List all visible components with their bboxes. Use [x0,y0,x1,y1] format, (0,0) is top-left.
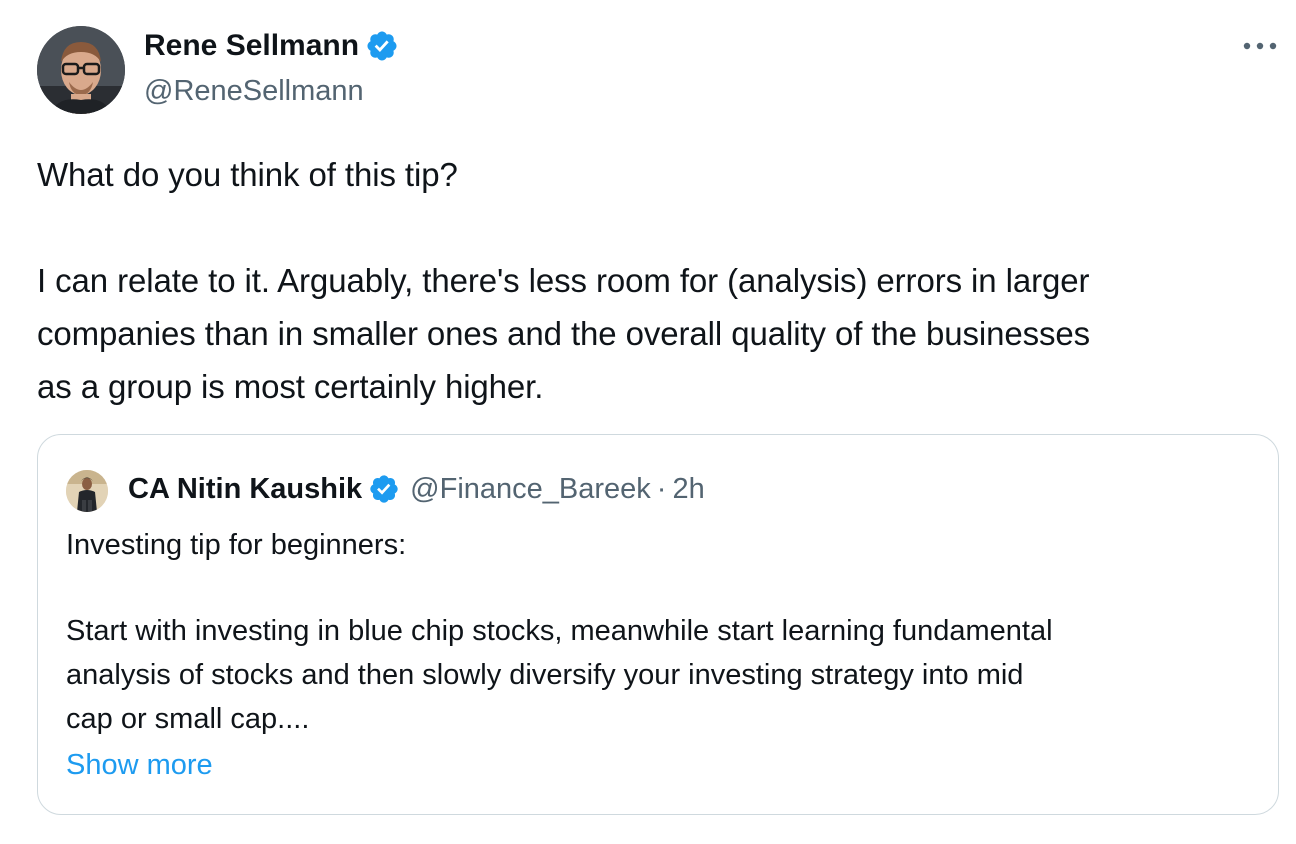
tweet-text: What do you think of this tip? I can rel… [37,148,1277,413]
tweet-text-line: I can relate to it. Arguably, there's le… [37,262,1090,299]
quoted-author-name[interactable]: CA Nitin Kaushik [128,471,362,507]
quoted-text-line: Investing tip for beginners: [66,529,407,561]
show-more-link[interactable]: Show more [66,743,213,787]
quoted-tweet[interactable]: CA Nitin Kaushik @Finance_Bareek · 2h In… [37,434,1279,815]
author-avatar-image [37,26,125,114]
tweet-text-line: as a group is most certainly higher. [37,368,544,405]
dot-separator: · [656,473,667,505]
quoted-header: CA Nitin Kaushik @Finance_Bareek · 2h [128,471,705,507]
more-options-button[interactable] [1240,34,1280,58]
quoted-author-avatar[interactable] [66,470,108,512]
tweet-text-line: What do you think of this tip? [37,156,458,193]
quoted-text-line: Start with investing in blue chip stocks… [66,615,1053,647]
author-handle[interactable]: @ReneSellmann [144,74,364,108]
quoted-text-line: cap or small cap.... [66,703,310,735]
verified-badge-icon [367,31,397,61]
more-horizontal-icon [1243,42,1277,50]
author-avatar[interactable] [37,26,125,114]
verified-badge-icon [370,475,398,503]
tweet-text-line: companies than in smaller ones and the o… [37,315,1091,352]
quoted-author-handle[interactable]: @Finance_Bareek [410,471,651,507]
author-name-row[interactable]: Rene Sellmann [144,28,399,64]
author-name[interactable]: Rene Sellmann [144,28,359,64]
quoted-text-line: analysis of stocks and then slowly diver… [66,659,1024,691]
quoted-timestamp[interactable]: 2h [672,471,704,507]
quoted-avatar-image [66,470,108,512]
tweet: Rene Sellmann @ReneSellmann What do you … [0,0,1296,844]
quoted-text: Investing tip for beginners: Start with … [66,523,1256,741]
